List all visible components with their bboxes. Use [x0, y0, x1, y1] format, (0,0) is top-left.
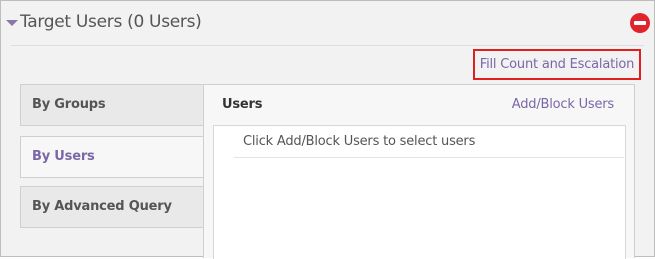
- caret-down-icon[interactable]: [6, 20, 18, 26]
- tab-by-users[interactable]: By Users: [20, 136, 205, 178]
- list-divider: [234, 157, 624, 158]
- users-list-box: Click Add/Block Users to select users: [213, 125, 626, 259]
- fill-count-escalation-button[interactable]: Fill Count and Escalation: [473, 49, 641, 80]
- add-block-users-link[interactable]: Add/Block Users: [512, 97, 614, 112]
- content-title: Users: [222, 97, 263, 112]
- tab-by-advanced-query[interactable]: By Advanced Query: [20, 186, 204, 228]
- target-users-panel: Target Users (0 Users) Fill Count and Es…: [0, 0, 655, 259]
- header-divider: [11, 45, 644, 46]
- users-content-pane: Users Add/Block Users Click Add/Block Us…: [203, 84, 635, 259]
- empty-message: Click Add/Block Users to select users: [243, 134, 476, 149]
- panel-title: Target Users (0 Users): [20, 12, 202, 32]
- remove-circle-icon[interactable]: [630, 13, 650, 33]
- panel-header: Target Users (0 Users): [1, 1, 654, 45]
- tab-by-groups[interactable]: By Groups: [20, 84, 204, 126]
